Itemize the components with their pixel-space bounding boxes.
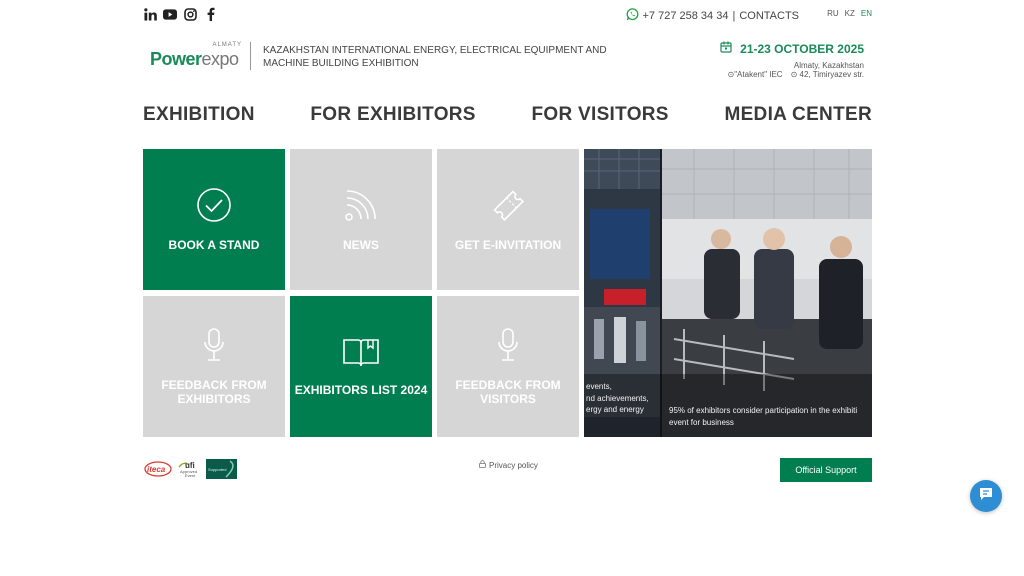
event-city: Almaty, Kazakhstan bbox=[793, 61, 864, 70]
open-book-icon bbox=[342, 336, 380, 371]
ticket-icon bbox=[490, 187, 526, 226]
brand-divider bbox=[250, 42, 251, 70]
supported-logo[interactable]: Supported bbox=[206, 459, 237, 479]
street-address: 42, Timiryazev str. bbox=[799, 70, 864, 79]
iteca-logo[interactable]: iteca bbox=[144, 460, 172, 478]
supported-logo-text: Supported bbox=[208, 467, 226, 472]
lang-en[interactable]: EN bbox=[861, 9, 872, 18]
pin-icon: ⊙ bbox=[790, 70, 800, 79]
exhibition-description: KAZAKHSTAN INTERNATIONAL ENERGY, ELECTRI… bbox=[263, 45, 607, 69]
tile-label: FEEDBACK FROM EXHIBITORS bbox=[161, 378, 267, 406]
top-bar: +7 727 258 34 34 | CONTACTS RU KZ EN bbox=[143, 6, 872, 24]
nav-media-center[interactable]: MEDIA CENTER bbox=[724, 104, 872, 126]
tile-e-invitation[interactable]: GET E-INVITATION bbox=[437, 149, 579, 290]
nav-exhibition[interactable]: EXHIBITION bbox=[143, 104, 255, 126]
partner-logos: iteca ufi Approved Event Supported bbox=[144, 459, 237, 479]
youtube-icon[interactable] bbox=[163, 7, 177, 21]
ufi-logo-subtext: Event bbox=[185, 473, 196, 478]
tile-label: GET E-INVITATION bbox=[454, 238, 562, 252]
brand-block: ALMATY Powerexpo KAZAKHSTAN INTERNATIONA… bbox=[150, 42, 623, 72]
language-switcher: RU KZ EN bbox=[827, 9, 872, 18]
ufi-logo[interactable]: ufi Approved Event bbox=[177, 459, 201, 479]
slide-caption-left: events, nd achievements, ergy and energy bbox=[586, 381, 649, 416]
tile-news[interactable]: NEWS bbox=[290, 149, 432, 290]
phone-link[interactable]: +7 727 258 34 34 bbox=[643, 10, 729, 22]
caption-line: event for business bbox=[669, 417, 734, 427]
tile-label: EXHIBITORS LIST 2024 bbox=[294, 383, 428, 397]
contacts-link[interactable]: CONTACTS bbox=[739, 10, 799, 22]
main-nav: EXHIBITION FOR EXHIBITORS FOR VISITORS M… bbox=[143, 104, 872, 126]
slide-caption-right: 95% of exhibitors consider participation… bbox=[669, 405, 857, 428]
chat-widget-button[interactable] bbox=[970, 480, 1002, 512]
event-dates: 21-23 OCTOBER 2025 bbox=[720, 41, 864, 56]
checkmark-circle-icon bbox=[196, 187, 232, 226]
privacy-label: Privacy policy bbox=[489, 460, 538, 470]
logo-word-expo: expo bbox=[201, 49, 240, 69]
nav-for-visitors[interactable]: FOR VISITORS bbox=[531, 104, 668, 126]
tile-label: NEWS bbox=[343, 238, 379, 252]
iteca-logo-text: iteca bbox=[147, 465, 166, 474]
contact-separator: | bbox=[732, 10, 736, 22]
tile-label: BOOK A STAND bbox=[168, 238, 260, 252]
linkedin-icon[interactable] bbox=[143, 7, 157, 21]
exhibition-photo-slider[interactable]: events, nd achievements, ergy and energy… bbox=[584, 149, 872, 437]
tile-exhibitors-list[interactable]: EXHIBITORS LIST 2024 bbox=[290, 296, 432, 437]
microphone-icon bbox=[202, 327, 226, 366]
logo-wordmark: Powerexpo bbox=[150, 49, 239, 70]
tile-feedback-visitors[interactable]: FEEDBACK FROM VISITORS bbox=[437, 296, 579, 437]
caption-line: 95% of exhibitors consider participation… bbox=[669, 406, 858, 415]
lang-kz[interactable]: KZ bbox=[845, 9, 855, 18]
caption-line: nd achievements, bbox=[586, 393, 649, 403]
nav-for-exhibitors[interactable]: FOR EXHIBITORS bbox=[310, 104, 475, 126]
tile-book-stand[interactable]: BOOK A STAND bbox=[143, 149, 285, 290]
social-links bbox=[143, 7, 217, 21]
lock-icon bbox=[479, 460, 486, 470]
rss-feed-icon bbox=[343, 187, 379, 226]
powerexpo-logo[interactable]: ALMATY Powerexpo bbox=[150, 42, 244, 72]
caption-line: ergy and energy bbox=[586, 405, 644, 414]
facebook-icon[interactable] bbox=[203, 7, 217, 21]
street: ⊙ 42, Timiryazev str. bbox=[791, 70, 864, 79]
calendar-icon bbox=[720, 41, 732, 56]
event-info: 21-23 OCTOBER 2025 Almaty, Kazakhstan ⊙"… bbox=[720, 41, 864, 79]
logo-city: ALMATY bbox=[212, 42, 242, 48]
lang-ru[interactable]: RU bbox=[827, 9, 839, 18]
event-address: ⊙"Atakent" IEC ⊙ 42, Timiryazev str. bbox=[720, 70, 864, 79]
caption-line: events, bbox=[586, 382, 612, 391]
privacy-policy-link[interactable]: Privacy policy bbox=[479, 460, 538, 470]
whatsapp-icon[interactable] bbox=[626, 8, 639, 24]
event-dates-text: 21-23 OCTOBER 2025 bbox=[740, 41, 864, 56]
official-support-button[interactable]: Official Support bbox=[780, 458, 872, 482]
instagram-icon[interactable] bbox=[183, 7, 197, 21]
logo-word-power: Power bbox=[150, 49, 202, 69]
venue: ⊙"Atakent" IEC bbox=[728, 70, 783, 79]
chat-bubble-icon bbox=[978, 486, 994, 507]
microphone-icon bbox=[496, 327, 520, 366]
tile-label: FEEDBACK FROM VISITORS bbox=[455, 378, 561, 406]
venue-name: "Atakent" IEC bbox=[734, 70, 783, 79]
contact-info: +7 727 258 34 34 | CONTACTS bbox=[626, 8, 799, 24]
tile-feedback-exhibitors[interactable]: FEEDBACK FROM EXHIBITORS bbox=[143, 296, 285, 437]
